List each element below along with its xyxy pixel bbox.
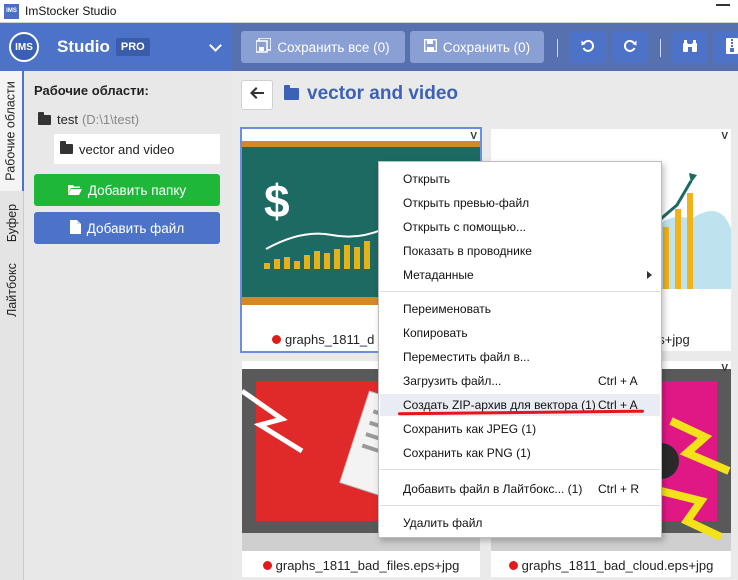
breadcrumb: vector and video <box>284 83 458 105</box>
breadcrumb-folder: vector and video <box>307 83 458 104</box>
file-name: graphs_1811_bad_files.eps+jpg <box>242 553 480 577</box>
redo-icon <box>623 39 637 56</box>
tab-lightbox-label: Лайтбокс <box>5 263 19 317</box>
window-title: ImStocker Studio <box>25 4 117 18</box>
menu-item-label: Загрузить файл... <box>403 374 502 388</box>
vector-badge: V <box>721 131 728 142</box>
menu-divider <box>380 469 660 470</box>
file-name-text: graphs_1811_bad_files.eps+jpg <box>275 557 460 573</box>
sidebar: Рабочие области: test (D:\1\test) vector… <box>24 71 232 580</box>
tab-buffer-label: Буфер <box>5 203 20 243</box>
menu-item-open-preview[interactable]: Открыть превью-файл <box>380 192 660 214</box>
save-button[interactable]: Сохранить (0) <box>410 31 544 63</box>
add-folder-label: Добавить папку <box>87 182 187 198</box>
submenu-arrow-icon <box>647 271 652 279</box>
app-header: IMS Studio PRO Сохранить все (0) Сохрани… <box>0 23 738 71</box>
add-folder-button[interactable]: Добавить папку <box>34 174 220 206</box>
tab-workspaces[interactable]: Рабочие области <box>0 71 24 191</box>
file-name-text: graphs_1811_d <box>285 331 375 347</box>
minimize-button[interactable] <box>716 4 730 6</box>
menu-item-save-png[interactable]: Сохранить как PNG (1) <box>380 442 660 464</box>
menu-item-upload[interactable]: Загрузить файл... Ctrl + A <box>380 370 660 392</box>
menu-item-open[interactable]: Открыть <box>380 168 660 190</box>
workspaces-heading: Рабочие области: <box>34 83 149 98</box>
menu-item-label: Переименовать <box>403 302 491 316</box>
save-all-button[interactable]: Сохранить все (0) <box>241 31 405 63</box>
app-icon: IMS <box>4 3 19 19</box>
chevron-down-icon[interactable] <box>209 39 222 52</box>
menu-item-save-jpeg[interactable]: Сохранить как JPEG (1) <box>380 418 660 440</box>
menu-divider <box>380 505 660 506</box>
undo-button[interactable] <box>570 31 606 63</box>
zip-icon <box>726 37 738 57</box>
menu-item-label: Показать в проводнике <box>403 244 532 258</box>
menu-item-label: Добавить файл в Лайтбокс... (1) <box>403 482 583 496</box>
menu-item-metadata[interactable]: Метаданные <box>380 264 660 286</box>
menu-item-move[interactable]: Переместить файл в... <box>380 346 660 368</box>
vector-badge: V <box>470 131 477 142</box>
svg-text:$: $ <box>264 175 290 227</box>
status-dot <box>262 560 272 570</box>
save-all-label: Сохранить все (0) <box>277 39 390 55</box>
menu-divider <box>380 291 660 292</box>
folder-icon <box>60 141 73 154</box>
toolbar-divider <box>557 39 558 57</box>
file-icon <box>69 219 81 237</box>
menu-item-rename[interactable]: Переименовать <box>380 298 660 320</box>
menu-item-show-in-explorer[interactable]: Показать в проводнике <box>380 240 660 262</box>
toolbar-divider <box>660 39 661 57</box>
menu-item-label: Открыть с помощью... <box>403 220 527 234</box>
zip-button[interactable] <box>714 31 738 63</box>
binoculars-button[interactable] <box>672 31 708 63</box>
brand-menu[interactable]: IMS Studio PRO <box>0 23 232 71</box>
file-name: graphs_1811_bad_cloud.eps+jpg <box>491 553 731 577</box>
vertical-tabs: Рабочие области Буфер Лайтбокс <box>0 71 24 580</box>
main-toolbar: Сохранить все (0) Сохранить (0) <box>232 23 738 71</box>
binoculars-icon <box>682 39 698 56</box>
file-name-text: graphs_1811_bad_cloud.eps+jpg <box>521 557 714 573</box>
status-dot <box>508 560 518 570</box>
back-button[interactable] <box>241 80 273 110</box>
menu-item-label: Открыть превью-файл <box>403 196 530 210</box>
add-file-button[interactable]: Добавить файл <box>34 212 220 244</box>
save-label: Сохранить (0) <box>442 39 531 55</box>
pro-badge: PRO <box>115 38 150 56</box>
arrow-left-icon <box>250 86 264 104</box>
save-icon <box>423 38 437 55</box>
brand-name: Studio <box>57 37 110 56</box>
status-dot <box>272 334 281 344</box>
menu-item-label: Переместить файл в... <box>403 350 530 364</box>
workspace-name: test <box>57 112 78 127</box>
menu-item-label: Сохранить как PNG (1) <box>403 446 531 460</box>
menu-item-shortcut: Ctrl + R <box>598 482 640 496</box>
menu-item-label: Копировать <box>403 326 468 340</box>
folder-icon <box>284 85 299 100</box>
menu-item-add-to-lightbox[interactable]: Добавить файл в Лайтбокс... (1) Ctrl + R <box>380 478 660 500</box>
menu-item-open-with[interactable]: Открыть с помощью... <box>380 216 660 238</box>
folder-name: vector and video <box>79 141 175 157</box>
save-all-icon <box>255 37 273 56</box>
folder-item[interactable]: vector and video <box>54 134 220 164</box>
workspace-item[interactable]: test (D:\1\test) <box>38 111 140 127</box>
menu-item-delete[interactable]: Удалить файл <box>380 512 660 534</box>
undo-icon <box>581 39 595 56</box>
menu-item-copy[interactable]: Копировать <box>380 322 660 344</box>
tab-workspaces-label: Рабочие области <box>4 81 19 181</box>
menu-item-label: Сохранить как JPEG (1) <box>403 422 537 436</box>
context-menu: Открыть Открыть превью-файл Открыть с по… <box>378 161 662 538</box>
menu-item-label: Открыть <box>403 172 451 186</box>
menu-item-shortcut: Ctrl + A <box>598 374 638 388</box>
workspace-path: (D:\1\test) <box>81 112 140 127</box>
folder-open-icon <box>67 183 82 198</box>
tab-lightbox[interactable]: Лайтбокс <box>0 255 24 325</box>
folder-open-icon <box>38 111 51 125</box>
window-titlebar: IMS ImStocker Studio <box>0 0 738 23</box>
menu-item-label: Удалить файл <box>403 516 483 530</box>
brand-logo: IMS <box>9 32 39 62</box>
tab-buffer[interactable]: Буфер <box>0 193 24 253</box>
vector-badge: V <box>721 363 728 374</box>
redo-button[interactable] <box>612 31 648 63</box>
menu-item-label: Метаданные <box>403 268 474 282</box>
add-file-label: Добавить файл <box>86 220 185 236</box>
